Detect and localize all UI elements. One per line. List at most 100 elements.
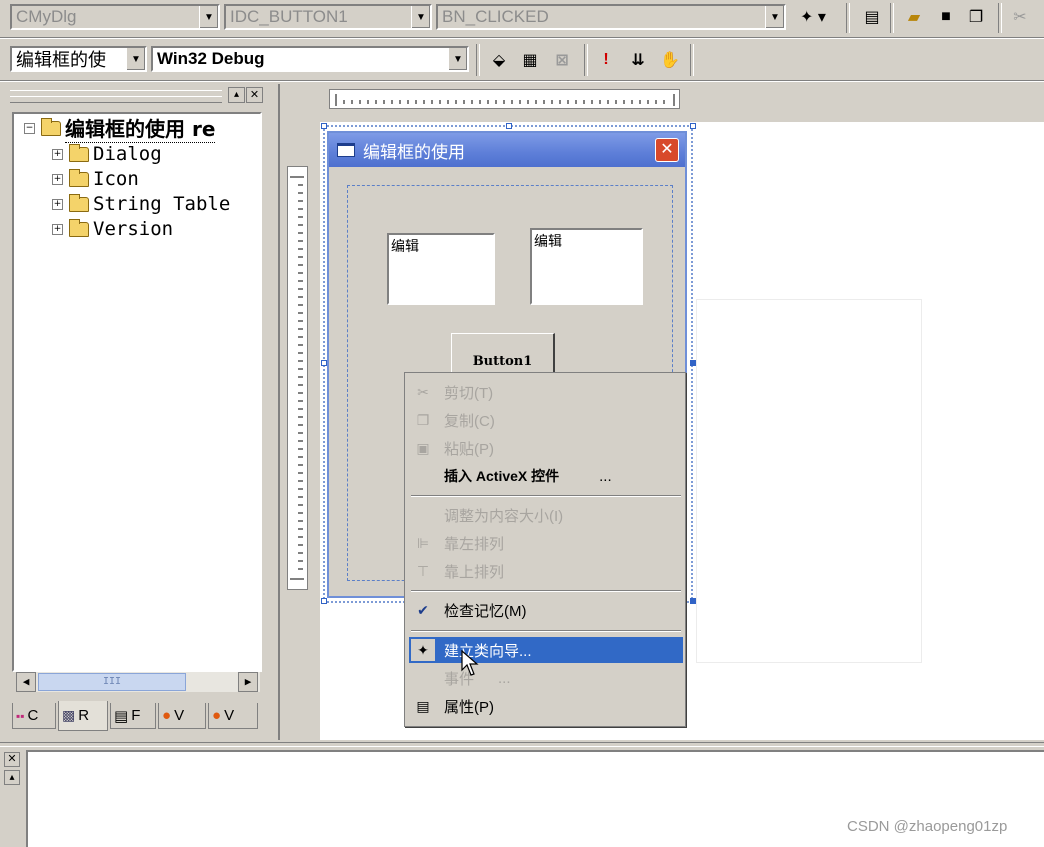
folder-icon [69,143,89,162]
resize-handle[interactable] [690,123,696,129]
id-combo-value: IDC_BUTTON1 [230,7,348,26]
tree-item-string-table[interactable]: + String Table [52,192,230,216]
scroll-right-button[interactable]: ▶ [238,672,258,692]
menu-item-align-left[interactable]: ⊫ 靠左排列 [409,530,683,556]
collapse-icon[interactable]: − [24,122,35,134]
execute-icon[interactable]: ! [594,48,618,72]
resize-handle[interactable] [321,123,327,129]
canvas-guide [696,299,922,663]
menu-item-check-mnemonics[interactable]: ✔ 检查记忆(M) [409,597,683,623]
tab-resourceview[interactable]: ▩ R [58,701,108,731]
close-icon[interactable]: ✕ [655,138,679,162]
toolbar-separator [890,3,894,33]
save-all-icon[interactable]: ❐ [964,5,988,29]
chevron-down-icon[interactable]: ▼ [126,48,145,70]
menu-separator [411,630,681,632]
tab-label: C [27,707,39,724]
output-close-icon[interactable]: ✕ [4,752,20,767]
menu-item-properties[interactable]: ▤ 属性(P) [409,693,683,719]
menu-item-insert-activex[interactable]: 插入 ActiveX 控件 ... [409,463,683,489]
edit-box-1[interactable]: 编辑 [387,233,495,305]
maximize-panel-icon[interactable]: ▴ [228,87,245,103]
cut-icon[interactable]: ✂ [1008,5,1032,29]
menu-item-suffix: ... [498,669,511,687]
resize-handle[interactable] [506,123,512,129]
horizontal-scrollbar[interactable]: ◀ III ▶ [16,672,260,692]
stop-build-icon[interactable]: ⊠ [550,48,574,72]
workspace-grip[interactable] [10,96,222,103]
menu-item-label: 检查记忆(M) [444,602,527,620]
tab-view-a[interactable]: ● V [158,703,206,729]
save-icon[interactable]: ■ [934,5,958,29]
message-combo-value: BN_CLICKED [442,7,549,26]
id-combo[interactable]: IDC_BUTTON1 ▼ [224,4,432,30]
open-folder-icon[interactable]: ▰ [902,5,926,29]
tree-item-dialog[interactable]: + Dialog [52,142,162,166]
resize-handle[interactable] [690,360,696,366]
blank-icon [411,465,435,487]
folder-open-icon [41,117,61,136]
edit-box-2[interactable]: 编辑 [530,228,643,305]
new-file-icon[interactable]: ▤ [860,5,884,29]
window-icon [337,143,355,157]
toolbar-separator [476,44,480,76]
menu-item-align-top[interactable]: ⊤ 靠上排列 [409,558,683,584]
context-menu[interactable]: ✂ 剪切(T) ❐ 复制(C) ▣ 粘贴(P) 插入 ActiveX 控件 ..… [404,372,686,727]
tab-label: F [131,707,141,724]
fileview-icon: ▤ [114,707,129,725]
tomato-person-icon: ● [212,707,222,724]
tab-classview[interactable]: ▪▪ C [12,703,56,729]
tree-item-label: String Table [93,193,231,215]
tree-item-version[interactable]: + Version [52,217,173,241]
breakpoint-hand-icon[interactable]: ✋ [658,48,682,72]
wizard-wand-icon[interactable]: ✦ ▾ [790,5,836,29]
tree-item-label: Icon [93,168,139,190]
classview-icon: ▪▪ [16,708,25,723]
close-panel-icon[interactable]: ✕ [246,87,263,103]
tab-view-b[interactable]: ● V [208,703,258,729]
dialog-titlebar[interactable]: 编辑框的使用 [329,133,685,167]
config-combo-value: Win32 Debug [157,49,265,68]
resourceview-icon: ▩ [62,707,76,723]
message-combo[interactable]: BN_CLICKED ▼ [436,4,786,30]
chevron-down-icon[interactable]: ▼ [765,6,784,28]
menu-item-copy[interactable]: ❐ 复制(C) [409,407,683,433]
resource-tree[interactable]: − 编辑框的使用 re + Dialog + Icon + String Tab… [12,112,262,692]
toolbar-separator [846,3,850,33]
config-combo[interactable]: Win32 Debug ▼ [151,46,469,72]
resize-handle[interactable] [321,598,327,604]
expand-icon[interactable]: + [52,148,63,160]
align-top-icon: ⊤ [416,562,430,579]
chevron-down-icon[interactable]: ▼ [199,6,218,28]
project-combo[interactable]: 编辑框的使 ▼ [10,46,147,72]
tree-item-icon[interactable]: + Icon [52,167,139,191]
expand-icon[interactable]: + [52,173,63,185]
scroll-thumb[interactable]: III [38,673,186,691]
expand-icon[interactable]: + [52,198,63,210]
ruler-ticks [335,94,675,106]
build-icon[interactable]: ▦ [518,48,542,72]
menu-item-events[interactable]: 事件 ... [409,665,683,691]
output-maximize-icon[interactable]: ▴ [4,770,20,785]
menu-item-size-to-content[interactable]: 调整为内容大小(I) [409,502,683,528]
menu-item-paste[interactable]: ▣ 粘贴(P) [409,435,683,461]
compile-icon[interactable]: ⬙ [487,48,511,72]
menu-item-cut[interactable]: ✂ 剪切(T) [409,379,683,405]
menu-item-suffix: ... [599,467,612,485]
menu-item-label: 复制(C) [444,412,495,430]
expand-icon[interactable]: + [52,223,63,235]
go-icon[interactable]: ⇊ [626,48,650,72]
chevron-down-icon[interactable]: ▼ [448,48,467,70]
scroll-left-button[interactable]: ◀ [16,672,36,692]
class-combo-value: CMyDlg [16,7,77,26]
tree-root[interactable]: − 编辑框的使用 re [24,116,216,143]
properties-icon: ▤ [416,697,430,714]
resize-handle[interactable] [690,598,696,604]
tab-fileview[interactable]: ▤ F [110,703,156,729]
tab-label: V [224,707,235,724]
class-combo[interactable]: CMyDlg ▼ [10,4,220,30]
menu-item-class-wizard[interactable]: ✦ 建立类向导... [409,637,683,663]
folder-icon [69,193,89,212]
chevron-down-icon[interactable]: ▼ [411,6,430,28]
class-wizard-icon: ✦ [411,639,435,661]
